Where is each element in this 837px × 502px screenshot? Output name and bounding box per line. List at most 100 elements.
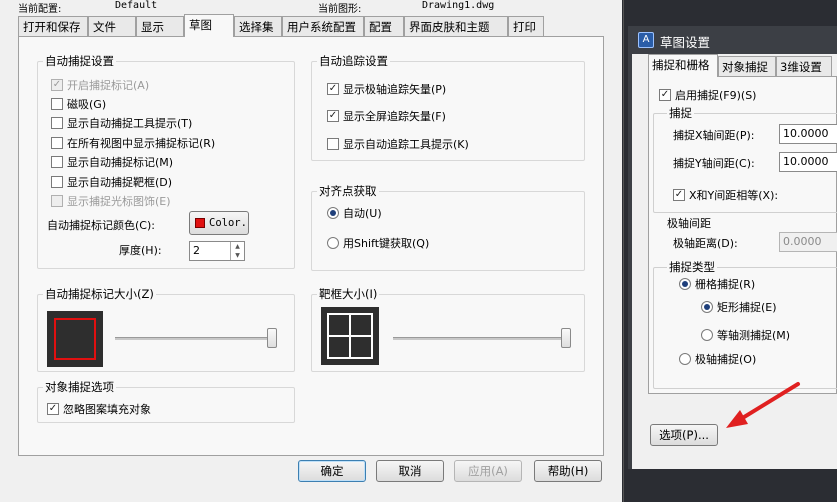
- spin-down-icon[interactable]: ▼: [231, 251, 244, 260]
- snap-x-input[interactable]: 10.0000: [779, 124, 837, 144]
- current-drawing-value: Drawing1.dwg: [422, 0, 495, 11]
- show-aperture-row[interactable]: 显示自动捕捉靶框(D): [51, 174, 172, 190]
- polar-distance-input[interactable]: 0.0000: [779, 232, 837, 252]
- polar-distance-label: 极轴距离(D):: [673, 237, 738, 250]
- magnet-label: 磁吸(G): [67, 98, 107, 111]
- ignore-hatch-checkbox[interactable]: ✓: [47, 403, 59, 415]
- apply-button[interactable]: 应用(A): [454, 460, 522, 482]
- grid-snap-row[interactable]: 栅格捕捉(R): [679, 276, 755, 292]
- marker-size-track[interactable]: [115, 337, 277, 340]
- marker-size-preview: [47, 311, 103, 367]
- equal-xy-label: X和Y间距相等(X):: [689, 189, 779, 202]
- ok-button[interactable]: 确定: [298, 460, 366, 482]
- snap-options-button[interactable]: 选项(P)...: [650, 424, 718, 446]
- snap-tooltip-checkbox[interactable]: [51, 117, 63, 129]
- polar-snap-radio[interactable]: [679, 353, 691, 365]
- all-viewports-label: 在所有视图中显示捕捉标记(R): [67, 137, 216, 150]
- snap-x-value: 10.0000: [783, 127, 829, 140]
- alignment-title: 对齐点获取: [317, 183, 379, 199]
- fullscreen-vector-checkbox[interactable]: ✓: [327, 110, 339, 122]
- aperture-track[interactable]: [393, 337, 571, 340]
- current-drawing-label: 当前图形:: [318, 4, 362, 15]
- shift-acquire-label: 用Shift键获取(Q): [343, 237, 430, 250]
- autotrack-title: 自动追踪设置: [317, 53, 390, 69]
- enable-snap-checkbox[interactable]: ✓: [659, 89, 671, 101]
- magnet-row[interactable]: 磁吸(G): [51, 96, 106, 112]
- ignore-hatch-row[interactable]: ✓ 忽略图案填充对象: [47, 401, 151, 417]
- tab-object-snap[interactable]: 对象捕捉: [718, 56, 776, 76]
- spin-up-icon[interactable]: ▲: [231, 242, 244, 251]
- cursor-badge-checkbox[interactable]: [51, 195, 63, 207]
- rect-snap-row[interactable]: 矩形捕捉(E): [701, 299, 777, 315]
- options-dialog: 当前配置: Default 当前图形: Drawing1.dwg 打开和保存 文…: [0, 0, 622, 502]
- tab-3d-settings[interactable]: 3维设置: [776, 56, 832, 76]
- autotrack-tooltip-label: 显示自动追踪工具提示(K): [343, 138, 469, 151]
- thickness-spinner[interactable]: ▲ ▼: [230, 242, 244, 260]
- object-snap-title: 对象捕捉选项: [43, 379, 116, 395]
- enable-snap-row[interactable]: ✓ 启用捕捉(F9)(S): [659, 87, 756, 103]
- sketch-dialog-title: 草图设置: [660, 35, 711, 50]
- polar-snap-row[interactable]: 极轴捕捉(O): [679, 351, 756, 367]
- aperture-slider[interactable]: [561, 328, 571, 348]
- autosnap-marker-label: 开启捕捉标记(A): [67, 79, 150, 92]
- iso-snap-radio[interactable]: [701, 329, 713, 341]
- polar-vector-row[interactable]: ✓ 显示极轴追踪矢量(P): [327, 81, 446, 97]
- tab-display[interactable]: 显示: [136, 16, 184, 36]
- autotrack-tooltip-checkbox[interactable]: [327, 138, 339, 150]
- show-aperture-checkbox[interactable]: [51, 176, 63, 188]
- sketch-titlebar[interactable]: A 草图设置: [628, 26, 837, 54]
- shift-acquire-row[interactable]: 用Shift键获取(Q): [327, 235, 429, 251]
- autosnap-marker-checkbox[interactable]: ✓: [51, 79, 63, 91]
- tab-snap-grid[interactable]: 捕捉和栅格: [648, 54, 718, 77]
- tab-profiles[interactable]: 配置: [364, 16, 404, 36]
- tab-files[interactable]: 文件: [88, 16, 136, 36]
- equal-xy-row[interactable]: ✓ X和Y间距相等(X):: [673, 187, 778, 203]
- polar-group-title: 极轴间距: [667, 217, 711, 230]
- show-marker-row[interactable]: 显示自动捕捉标记(M): [51, 154, 173, 170]
- grid-snap-radio[interactable]: [679, 278, 691, 290]
- marker-color-button[interactable]: Color.: [189, 211, 249, 235]
- shift-acquire-radio[interactable]: [327, 237, 339, 249]
- all-viewports-checkbox[interactable]: [51, 137, 63, 149]
- thickness-value: 2: [193, 244, 200, 257]
- polar-vector-checkbox[interactable]: ✓: [327, 83, 339, 95]
- equal-xy-checkbox[interactable]: ✓: [673, 189, 685, 201]
- fullscreen-vector-row[interactable]: ✓ 显示全屏追踪矢量(F): [327, 108, 446, 124]
- snap-y-value: 10.0000: [783, 155, 829, 168]
- tab-skin-theme[interactable]: 界面皮肤和主题: [404, 16, 508, 36]
- tab-plot[interactable]: 打印: [508, 16, 544, 36]
- iso-snap-row[interactable]: 等轴测捕捉(M): [701, 327, 790, 343]
- help-button[interactable]: 帮助(H): [534, 460, 602, 482]
- polar-snap-label: 极轴捕捉(O): [695, 353, 757, 366]
- marker-size-slider[interactable]: [267, 328, 277, 348]
- tab-user-preferences[interactable]: 用户系统配置: [282, 16, 364, 36]
- auto-acquire-row[interactable]: 自动(U): [327, 205, 382, 221]
- autosnap-title: 自动捕捉设置: [43, 53, 116, 69]
- snap-y-label: 捕捉Y轴间距(C):: [673, 157, 755, 170]
- cancel-button[interactable]: 取消: [376, 460, 444, 482]
- autotrack-tooltip-row[interactable]: 显示自动追踪工具提示(K): [327, 136, 469, 152]
- auto-acquire-radio[interactable]: [327, 207, 339, 219]
- snap-tooltip-row[interactable]: 显示自动捕捉工具提示(T): [51, 115, 192, 131]
- drafting-panel: 自动捕捉设置 ✓ 开启捕捉标记(A) 磁吸(G) 显示自动捕捉工具提示(T) 在…: [18, 36, 604, 456]
- magnet-checkbox[interactable]: [51, 98, 63, 110]
- all-viewports-row[interactable]: 在所有视图中显示捕捉标记(R): [51, 135, 215, 151]
- show-marker-checkbox[interactable]: [51, 156, 63, 168]
- rect-snap-radio[interactable]: [701, 301, 713, 313]
- aperture-preview: [321, 307, 379, 365]
- snap-type-title: 捕捉类型: [667, 259, 717, 275]
- snap-y-input[interactable]: 10.0000: [779, 152, 837, 172]
- tab-open-save[interactable]: 打开和保存: [18, 16, 88, 36]
- snap-x-label: 捕捉X轴间距(P):: [673, 129, 755, 142]
- snap-group-title: 捕捉: [667, 105, 694, 121]
- autosnap-marker-row[interactable]: ✓ 开启捕捉标记(A): [51, 77, 149, 93]
- enable-snap-label: 启用捕捉(F9)(S): [675, 89, 757, 102]
- annotation-arrow-icon: [726, 382, 800, 428]
- app-icon: A: [638, 32, 654, 48]
- thickness-label: 厚度(H):: [119, 244, 162, 257]
- cursor-badge-row[interactable]: 显示捕捉光标图饰(E): [51, 193, 171, 209]
- polar-distance-value: 0.0000: [783, 235, 822, 248]
- tab-selection[interactable]: 选择集: [234, 16, 282, 36]
- marker-color-label: 自动捕捉标记颜色(C):: [47, 219, 155, 232]
- tab-drafting[interactable]: 草图: [184, 14, 234, 37]
